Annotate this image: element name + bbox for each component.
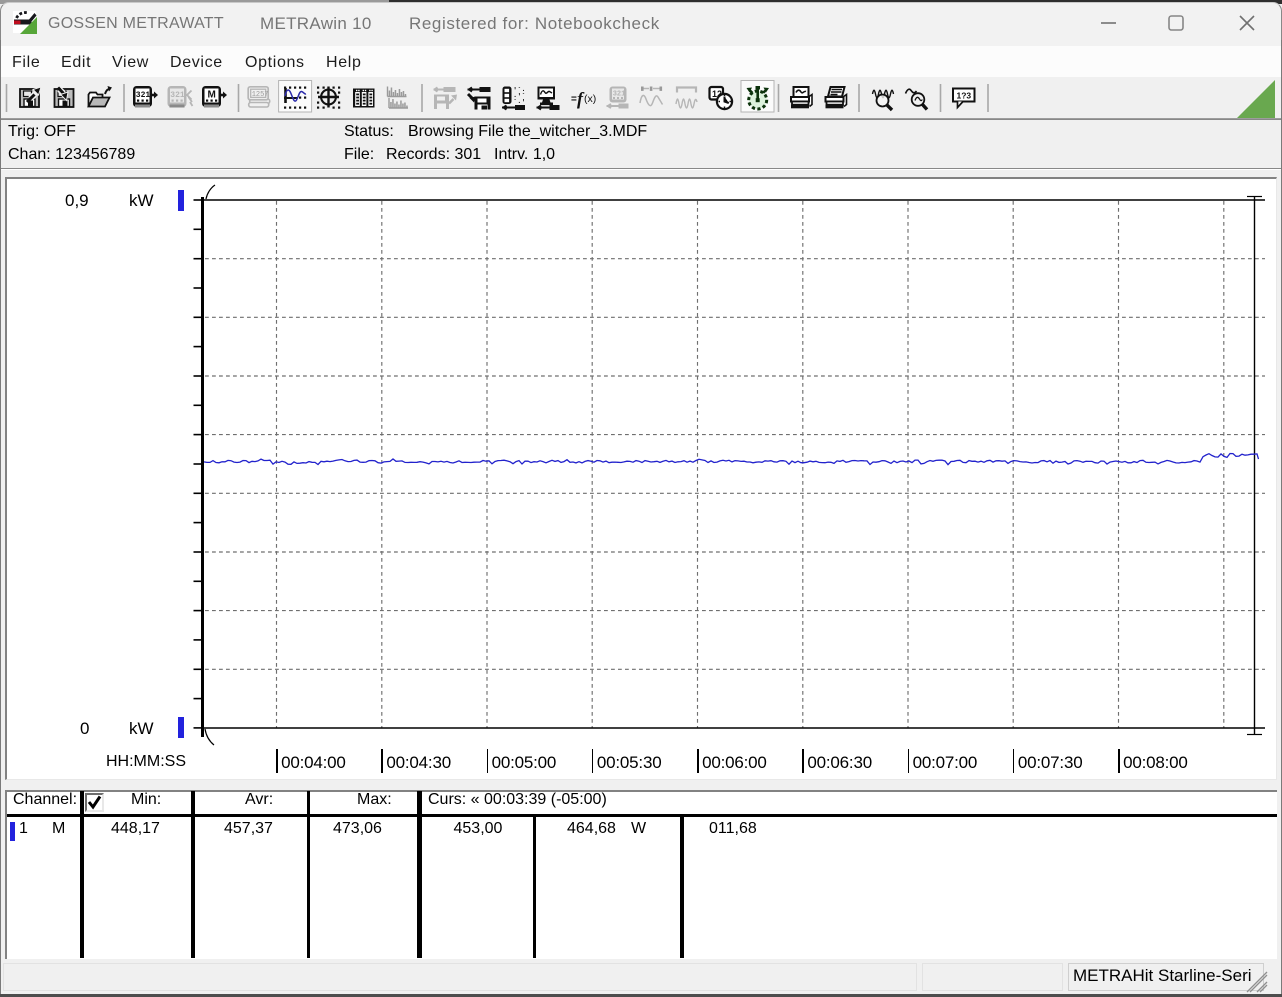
svg-text:321: 321 [136, 91, 151, 100]
svg-text:(x): (x) [584, 93, 596, 105]
svg-text:1257: 1257 [252, 91, 269, 99]
svg-text:1?3: 1?3 [957, 91, 972, 101]
svg-text:M: M [208, 90, 216, 101]
svg-text:321: 321 [170, 91, 185, 100]
